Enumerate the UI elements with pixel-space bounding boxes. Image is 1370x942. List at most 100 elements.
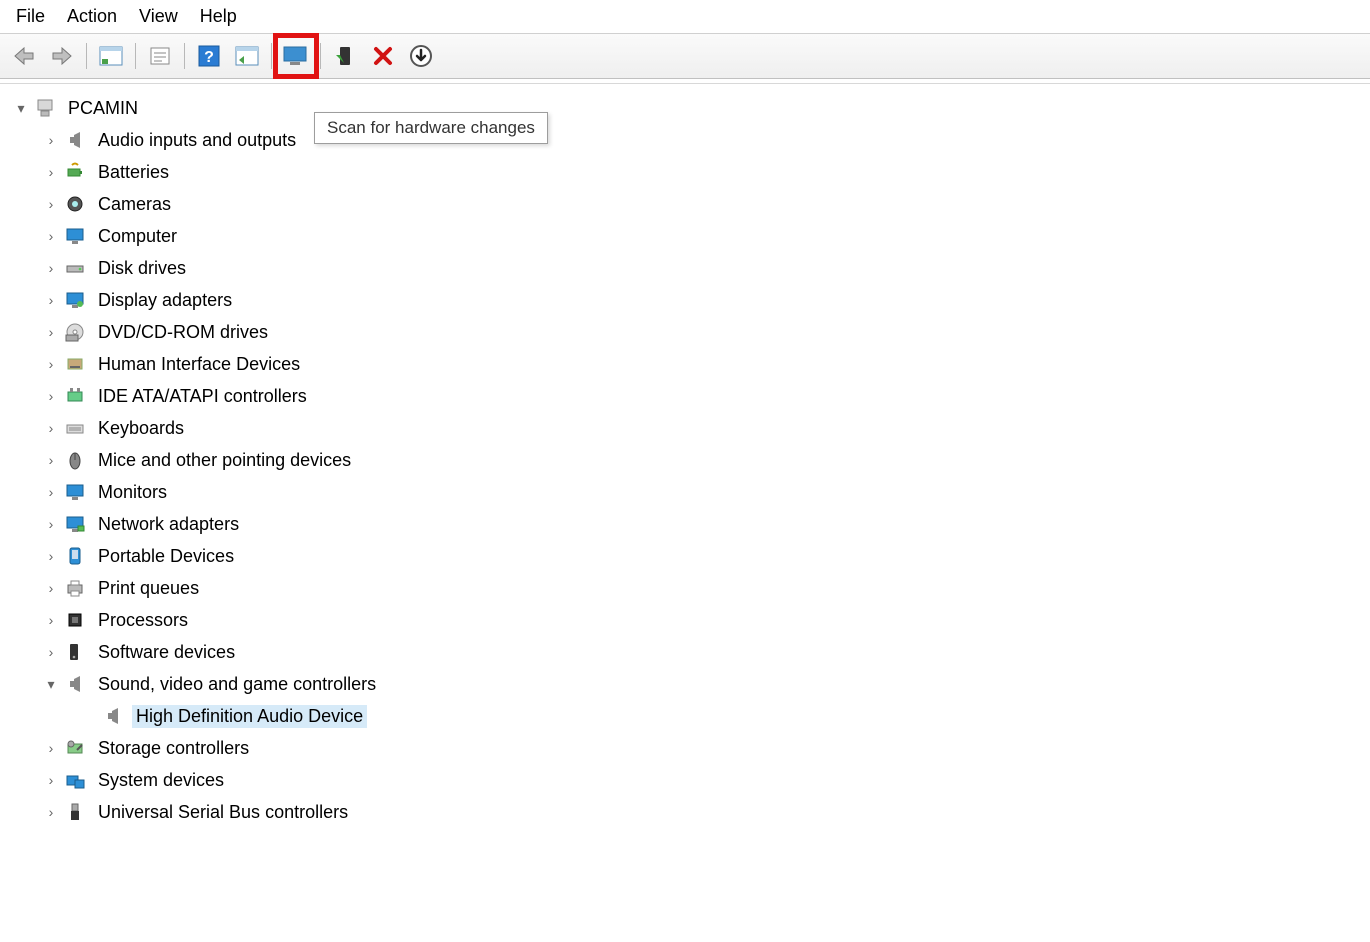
category-label: Display adapters <box>94 289 236 312</box>
expander-icon[interactable]: › <box>40 740 62 756</box>
category-label: Software devices <box>94 641 239 664</box>
device-label: High Definition Audio Device <box>132 705 367 728</box>
tree-category[interactable]: › Audio inputs and outputs <box>10 124 1370 156</box>
forward-button[interactable] <box>44 38 80 74</box>
expander-icon[interactable]: ▾ <box>10 100 32 117</box>
tree-category[interactable]: › Cameras <box>10 188 1370 220</box>
scan-hardware-button[interactable] <box>278 38 314 74</box>
arrow-right-icon <box>51 47 73 65</box>
cpu-icon <box>62 610 88 630</box>
enable-device-icon <box>334 45 356 67</box>
expander-icon[interactable]: › <box>40 452 62 468</box>
expander-icon[interactable]: › <box>40 548 62 564</box>
update-driver-icon <box>409 44 433 68</box>
tree-category[interactable]: ›Batteries <box>10 156 1370 188</box>
category-label: Universal Serial Bus controllers <box>94 801 352 824</box>
system-icon <box>62 770 88 790</box>
expander-icon[interactable]: › <box>40 228 62 244</box>
svg-text:?: ? <box>204 49 214 66</box>
show-hide-console-button[interactable] <box>93 38 129 74</box>
category-label: Portable Devices <box>94 545 238 568</box>
expander-icon[interactable]: › <box>40 772 62 788</box>
menu-action[interactable]: Action <box>67 6 117 27</box>
software-icon <box>62 642 88 662</box>
hid-icon <box>62 354 88 374</box>
computer-icon <box>32 98 58 118</box>
expander-icon[interactable]: › <box>40 132 62 148</box>
display-icon <box>62 290 88 310</box>
category-label: Mice and other pointing devices <box>94 449 355 472</box>
expander-icon[interactable]: ▾ <box>40 676 62 693</box>
back-button[interactable] <box>6 38 42 74</box>
menu-help[interactable]: Help <box>200 6 237 27</box>
expander-icon[interactable]: › <box>40 324 62 340</box>
expander-icon[interactable]: › <box>40 196 62 212</box>
expander-icon[interactable]: › <box>40 356 62 372</box>
help-button[interactable]: ? <box>191 38 227 74</box>
category-label: Audio inputs and outputs <box>94 129 300 152</box>
expander-icon[interactable]: › <box>40 292 62 308</box>
expander-icon[interactable]: › <box>40 644 62 660</box>
expander-icon[interactable]: › <box>40 804 62 820</box>
keyboard-icon <box>62 418 88 438</box>
tree-root-label: PCAMIN <box>64 97 142 120</box>
expander-icon[interactable]: › <box>40 164 62 180</box>
toolbar: ? <box>0 33 1370 79</box>
expander-icon[interactable]: › <box>40 420 62 436</box>
tree-category[interactable]: › Monitors <box>10 476 1370 508</box>
tree-category[interactable]: › Portable Devices <box>10 540 1370 572</box>
category-label: Monitors <box>94 481 171 504</box>
network-icon <box>62 514 88 534</box>
expander-icon[interactable]: › <box>40 484 62 500</box>
speaker-icon <box>62 674 88 694</box>
monitor-icon <box>62 226 88 246</box>
tree-category[interactable]: › Mice and other pointing devices <box>10 444 1370 476</box>
category-label: Computer <box>94 225 181 248</box>
expander-icon[interactable]: › <box>40 612 62 628</box>
category-label: Human Interface Devices <box>94 353 304 376</box>
tree-category[interactable]: › Display adapters <box>10 284 1370 316</box>
expander-icon[interactable]: › <box>40 580 62 596</box>
tree-category[interactable]: › Network adapters <box>10 508 1370 540</box>
scan-hardware-icon <box>281 44 311 68</box>
category-label: Network adapters <box>94 513 243 536</box>
properties-icon <box>149 46 171 66</box>
tree-category[interactable]: ▾Sound, video and game controllers <box>10 668 1370 700</box>
tree-category[interactable]: › DVD/CD-ROM drives <box>10 316 1370 348</box>
update-driver-button[interactable] <box>403 38 439 74</box>
help-icon: ? <box>198 45 220 67</box>
tree-category[interactable]: ›Keyboards <box>10 412 1370 444</box>
arrow-left-icon <box>13 47 35 65</box>
tree-category[interactable]: ›Storage controllers <box>10 732 1370 764</box>
tree-category[interactable]: › Processors <box>10 604 1370 636</box>
menu-file[interactable]: File <box>16 6 45 27</box>
expander-icon[interactable]: › <box>40 516 62 532</box>
tree-category[interactable]: ›Print queues <box>10 572 1370 604</box>
tree-category[interactable]: ›IDE ATA/ATAPI controllers <box>10 380 1370 412</box>
category-label: Cameras <box>94 193 175 216</box>
enable-device-button[interactable] <box>327 38 363 74</box>
tree-category[interactable]: › Human Interface Devices <box>10 348 1370 380</box>
action-pane-button[interactable] <box>229 38 265 74</box>
storage-icon <box>62 738 88 758</box>
tree-category[interactable]: › Software devices <box>10 636 1370 668</box>
tree-root[interactable]: ▾ PCAMIN <box>10 92 1370 124</box>
expander-icon[interactable]: › <box>40 388 62 404</box>
category-label: DVD/CD-ROM drives <box>94 321 272 344</box>
menu-view[interactable]: View <box>139 6 178 27</box>
tree-category[interactable]: ›System devices <box>10 764 1370 796</box>
speaker-icon <box>62 130 88 150</box>
tree-category[interactable]: › Computer <box>10 220 1370 252</box>
expander-icon[interactable]: › <box>40 260 62 276</box>
tree-category[interactable]: ›Disk drives <box>10 252 1370 284</box>
uninstall-device-button[interactable] <box>365 38 401 74</box>
x-icon <box>372 45 394 67</box>
ide-icon <box>62 386 88 406</box>
category-label: Processors <box>94 609 192 632</box>
printer-icon <box>62 578 88 598</box>
portable-icon <box>62 546 88 566</box>
tree-device[interactable]: High Definition Audio Device <box>10 700 1370 732</box>
tree-category[interactable]: › Universal Serial Bus controllers <box>10 796 1370 828</box>
monitor-icon <box>62 482 88 502</box>
properties-button[interactable] <box>142 38 178 74</box>
